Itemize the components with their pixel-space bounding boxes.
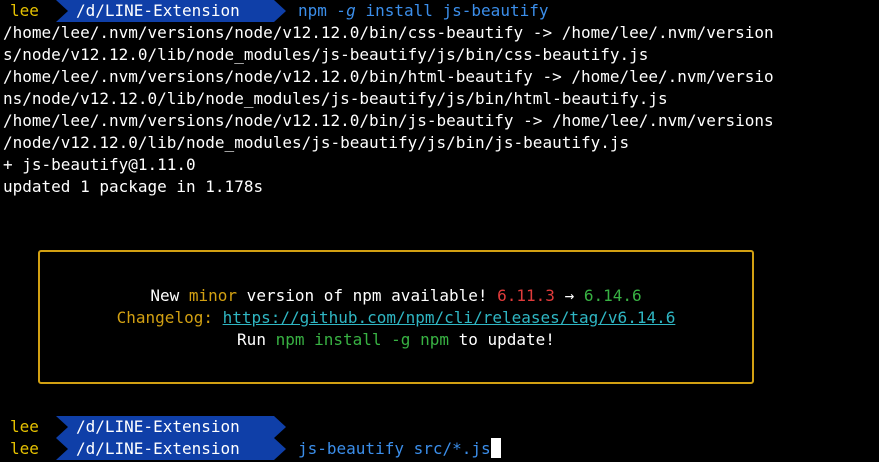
output-line: s/node/v12.12.0/lib/node_modules/js-beau… [3, 45, 649, 64]
command-name: npm [298, 1, 327, 20]
changelog-label: Changelog: [116, 308, 223, 327]
output-line: /home/lee/.nvm/versions/node/v12.12.0/bi… [3, 23, 774, 42]
command-flag: -g [336, 1, 356, 20]
prompt-directory: /d/LINE-Extension [56, 438, 286, 460]
text-cursor [490, 438, 501, 458]
arrow-icon: → [554, 286, 584, 305]
update-command: npm install -g npm [275, 330, 449, 349]
old-version: 6.11.3 [497, 286, 555, 305]
new-version: 6.14.6 [583, 286, 642, 305]
prompt-line-npm-install: lee /d/LINE-Extension npm -g install js-… [0, 0, 879, 22]
prompt-directory: /d/LINE-Extension [56, 0, 286, 22]
terminal-window[interactable]: lee /d/LINE-Extension npm -g install js-… [0, 0, 879, 462]
command-args: src/*.js [413, 439, 491, 458]
prompt-user: lee [0, 0, 56, 22]
notice-changelog-line: Changelog: https://github.com/npm/cli/re… [40, 307, 752, 329]
prompt-line-empty: lee /d/LINE-Extension [0, 416, 879, 438]
output-line: /home/lee/.nvm/versions/node/v12.12.0/bi… [3, 67, 774, 86]
prompt-user: lee [0, 438, 56, 460]
prompt-directory: /d/LINE-Extension [56, 416, 286, 438]
update-kind: minor [188, 286, 238, 305]
output-line: + js-beautify@1.11.0 [3, 155, 196, 174]
output-line: updated 1 package in 1.178s [3, 177, 264, 196]
output-line: /home/lee/.nvm/versions/node/v12.12.0/bi… [3, 111, 774, 130]
command-input[interactable]: js-beautify src/*.js [298, 438, 501, 460]
npm-update-notice: New minor version of npm available! 6.11… [38, 250, 754, 384]
output-line: /node/v12.12.0/lib/node_modules/js-beaut… [3, 133, 630, 152]
notice-version-line: New minor version of npm available! 6.11… [150, 286, 642, 305]
notice-run-line: Run npm install -g npm to update! [237, 330, 555, 349]
prompt-user: lee [0, 416, 56, 438]
changelog-link[interactable]: https://github.com/npm/cli/releases/tag/… [223, 308, 676, 327]
command-name: js-beautify [298, 439, 404, 458]
prompt-line-current[interactable]: lee /d/LINE-Extension js-beautify src/*.… [0, 438, 879, 460]
command-text: npm -g install js-beautify [298, 0, 548, 22]
command-args: install js-beautify [365, 1, 549, 20]
output-line: ns/node/v12.12.0/lib/node_modules/js-bea… [3, 89, 668, 108]
